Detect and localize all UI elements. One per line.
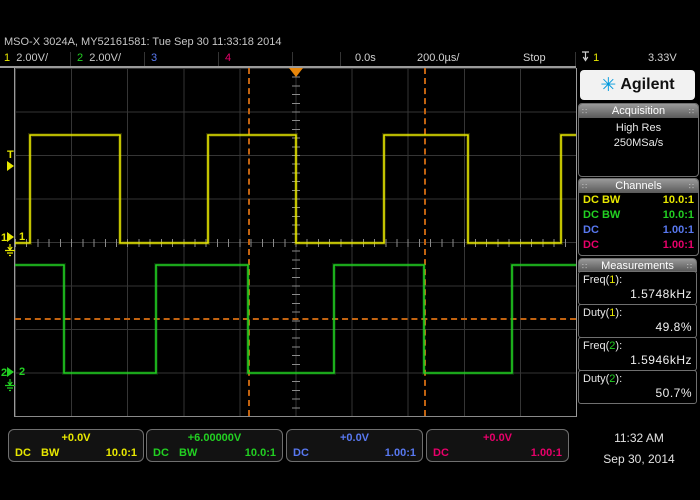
sidebar: ✳ Agilent ∷ Acquisition ∷ High Res 250MS… [578,68,699,428]
brand-name: Agilent [620,76,674,94]
grip-icon: ∷ [582,180,588,194]
ch1-number: 1 [4,52,10,64]
agilent-starburst-icon: ✳ [600,76,616,95]
acquisition-panel: ∷ Acquisition ∷ High Res 250MSa/s [578,103,699,177]
channels-panel: ∷ Channels ∷ DC BW10.0:1 DC BW10.0:1 DC1… [578,178,699,256]
ch1-scale: 2.00V/ [16,52,48,64]
grip-icon: ∷ [582,260,588,274]
time-readout: 11:32 AM [583,431,695,446]
status-bar: 1 2.00V/ 2 2.00V/ 3 4 0.0s 200.0µs/ Stop… [0,51,700,67]
ch3-offset: +0.0V [287,431,422,446]
ch2-number: 2 [77,52,83,64]
measurement-duty1[interactable]: Duty(1): 49.8% [578,304,697,338]
trigger-level-marker[interactable] [7,161,14,173]
grip-icon: ∷ [689,105,695,119]
ch1-ground-icon [4,244,16,257]
ch3-settings-row[interactable]: DC1.00:1 [579,223,698,238]
acquisition-header[interactable]: ∷ Acquisition ∷ [579,104,698,118]
acquisition-mode: High Res [579,121,698,136]
ch2-ground-icon [4,379,16,392]
measurements-panel: ∷ Measurements ∷ Freq(1): 1.5748kHz Duty… [578,258,697,408]
waveform-display [14,68,577,417]
ch1-trace-label: 1 [19,232,25,243]
ch2-settings-row[interactable]: DC BW10.0:1 [579,208,698,223]
status-divider [70,52,71,66]
cursor-x2[interactable] [424,68,426,416]
ch1-settings-row[interactable]: DC BW10.0:1 [579,193,698,208]
brand-logo: ✳ Agilent [580,70,695,100]
ch3-bottom-box[interactable]: +0.0V DC1.00:1 [286,429,423,462]
trigger-level-readout: 3.33V [648,51,677,66]
status-divider [144,52,145,66]
grip-icon: ∷ [689,180,695,194]
status-ch2[interactable]: 2 2.00V/ [77,51,121,66]
measurement-freq1[interactable]: Freq(1): 1.5748kHz [578,271,697,305]
sample-rate: 250MSa/s [579,136,698,151]
ch2-ground-marker[interactable]: 2 [1,367,14,379]
center-horizontal-ticks [15,239,576,247]
ch4-number: 4 [225,52,231,64]
channels-header[interactable]: ∷ Channels ∷ [579,179,698,193]
run-state[interactable]: Stop [523,51,546,66]
status-divider [575,52,576,66]
measurements-header[interactable]: ∷ Measurements ∷ [578,258,697,272]
window-title: MSO-X 3024A, MY52161581: Tue Sep 30 11:3… [4,36,281,48]
ch1-offset: +0.0V [9,431,143,446]
ch4-bottom-box[interactable]: +0.0V DC1.00:1 [426,429,569,462]
cursor-y1[interactable] [15,318,576,320]
ch1-ground-marker[interactable]: 1 [1,232,14,244]
status-ch3[interactable]: 3 [151,51,157,66]
trigger-status[interactable]: 1 [581,51,599,66]
status-ch4[interactable]: 4 [225,51,231,66]
grip-icon: ∷ [582,105,588,119]
status-divider [292,52,293,66]
ch2-trace-label: 2 [19,367,25,378]
ch2-offset: +6.00000V [147,431,282,446]
timebase-readout[interactable]: 200.0µs/ [417,51,459,66]
trigger-source: 1 [593,52,599,64]
measurement-duty2[interactable]: Duty(2): 50.7% [578,370,697,404]
ch1-bottom-box[interactable]: +0.0V DCBW10.0:1 [8,429,144,462]
delay-readout[interactable]: 0.0s [355,51,376,66]
status-divider [218,52,219,66]
grip-icon: ∷ [687,260,693,274]
ch2-scale: 2.00V/ [89,52,121,64]
status-divider [340,52,341,66]
trigger-level-label: T [7,150,14,161]
clock: 11:32 AM Sep 30, 2014 [583,431,695,467]
ch4-offset: +0.0V [427,431,568,446]
trigger-edge-icon [581,51,590,63]
trigger-position-icon[interactable] [289,68,303,77]
measurement-freq2[interactable]: Freq(2): 1.5946kHz [578,337,697,371]
ch4-settings-row[interactable]: DC1.00:1 [579,238,698,253]
ch2-bottom-box[interactable]: +6.00000V DCBW10.0:1 [146,429,283,462]
status-ch1[interactable]: 1 2.00V/ [4,51,48,66]
ch3-number: 3 [151,52,157,64]
cursor-x1[interactable] [248,68,250,416]
date-readout: Sep 30, 2014 [583,452,695,467]
